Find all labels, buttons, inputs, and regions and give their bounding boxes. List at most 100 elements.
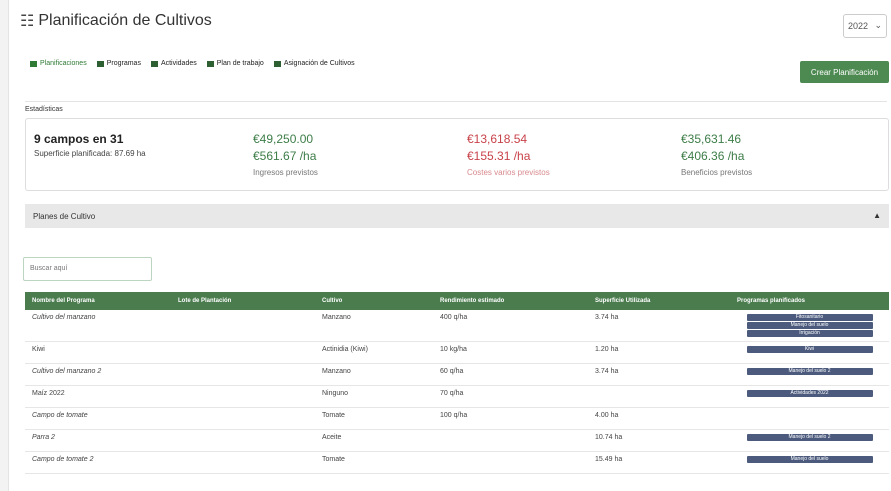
table-header-row: Nombre del Programa Lote de Plantación C… (25, 292, 889, 310)
profit-label: Beneficios previstos (681, 168, 753, 177)
cell-rend: 400 q/ha (433, 310, 588, 342)
tab-programas[interactable]: Programas (96, 60, 141, 67)
chevron-up-icon[interactable]: ▲ (873, 211, 881, 220)
cell-programs: Actividades 2022 (730, 385, 889, 408)
cell-cultivo: Aceite (315, 429, 433, 452)
cell-sup: 4.00 ha (588, 407, 730, 430)
table-row[interactable]: Cultivo del manzano 2 Manzano 60 q/ha 3.74 … (25, 363, 889, 386)
program-badge[interactable]: Irrigación (746, 330, 873, 337)
col-header[interactable]: Cultivo (315, 292, 433, 310)
cell-name: Cultivo del manzano 2 (25, 363, 171, 386)
page-title: Planificación de Cultivos (38, 12, 212, 29)
col-header[interactable]: Nombre del Programa (25, 292, 171, 310)
costs-per-ha: €155.31 /ha (467, 149, 531, 163)
program-badges: Fitosanitario Manejo del suelo Irrigación (737, 314, 882, 337)
income-total: €49,250.00 (253, 132, 314, 146)
program-badge[interactable]: Kiwi (746, 346, 873, 353)
col-header[interactable]: Rendimiento estimado (433, 292, 588, 310)
grid-icon (30, 60, 37, 67)
stats-profit: €35,631.46 €406.36 /ha Beneficios previs… (681, 131, 752, 177)
program-badge[interactable]: Manejo del suelo (746, 322, 873, 329)
program-badge[interactable]: Manejo del suelo (746, 456, 873, 463)
table-row[interactable]: Parra 2 Aceite 10.74 ha Manejo del suelo 2 (25, 429, 889, 452)
grid-icon (96, 60, 104, 67)
stats-costs: €13,618.54 €155.31 /ha Costes varios pre… (467, 131, 550, 177)
cell-lote (171, 363, 315, 386)
cell-programs: Kiwi (730, 341, 889, 364)
table-row[interactable]: Campo de tomate Tomate 100 q/ha 4.00 ha (25, 407, 889, 430)
cell-cultivo: Manzano (315, 363, 433, 386)
tab-actividades[interactable]: Actividades (150, 60, 197, 67)
cell-name: Kiwi (25, 341, 171, 364)
plans-title: Planes de Cultivo (33, 211, 96, 221)
cell-cultivo: Actinidia (Kiwi) (315, 341, 433, 364)
cell-sup: 3.74 ha (588, 310, 730, 342)
program-badges: Manejo del suelo 2 (737, 368, 882, 375)
cell-sup: 1.20 ha (588, 341, 730, 364)
tab-plan-trabajo[interactable]: Plan de trabajo (206, 60, 264, 67)
grid-icon (273, 60, 281, 67)
tab-bar: Planificaciones Programas Actividades Pl… (30, 60, 355, 67)
cell-cultivo: Tomate (315, 451, 433, 474)
plans-section-header[interactable]: Planes de Cultivo ▲ (25, 204, 889, 228)
cell-programs: Manejo del suelo 2 (730, 363, 889, 386)
cell-rend (433, 451, 588, 474)
table-row[interactable]: Kiwi Actinidia (Kiwi) 10 kg/ha 1.20 ha Kiwi (25, 341, 889, 364)
program-badge[interactable]: Manejo del suelo 2 (746, 434, 873, 441)
cell-sup: 15.49 ha (588, 451, 730, 474)
program-badge[interactable]: Actividades 2022 (746, 390, 873, 397)
cell-lote (171, 429, 315, 452)
cell-lote (171, 385, 315, 408)
profit-total: €35,631.46 (681, 132, 742, 146)
cell-name: Campo de tomate (25, 407, 171, 430)
cell-programs: Manejo del suelo 2 (730, 429, 889, 452)
cell-sup: 3.74 ha (588, 363, 730, 386)
fields-count: 9 campos en 31 (34, 132, 124, 146)
cell-name: Campo de tomate 2 (25, 451, 171, 474)
cell-cultivo: Manzano (315, 310, 433, 342)
income-label: Ingresos previstos (253, 168, 318, 177)
cell-lote (171, 451, 315, 474)
year-select[interactable]: 2022 ⌄ (843, 14, 887, 38)
plans-table: Nombre del Programa Lote de Plantación C… (25, 292, 889, 474)
cell-name: Parra 2 (25, 429, 171, 452)
search-input[interactable]: Buscar aquí (23, 257, 152, 281)
tab-planificaciones[interactable]: Planificaciones (30, 60, 87, 67)
profit-per-ha: €406.36 /ha (681, 149, 745, 163)
cell-programs (730, 407, 889, 430)
divider (25, 101, 887, 102)
cell-programs: Manejo del suelo (730, 451, 889, 474)
stats-income: €49,250.00 €561.67 /ha Ingresos previsto… (253, 131, 318, 177)
income-per-ha: €561.67 /ha (253, 149, 317, 163)
cell-rend: 60 q/ha (433, 363, 588, 386)
program-badge[interactable]: Fitosanitario (746, 314, 873, 321)
page-header: ☷ Planificación de Cultivos (20, 11, 212, 31)
table-row[interactable]: Cultivo del manzano Manzano 400 q/ha 3.74 h… (25, 310, 889, 342)
cell-lote (171, 341, 315, 364)
stats-fields: 9 campos en 31 Superficie planificada: 8… (34, 131, 146, 158)
program-badges: Actividades 2022 (737, 390, 882, 397)
list-icon: ☷ (20, 13, 35, 30)
table-row[interactable]: Campo de tomate 2 Tomate 15.49 ha Manejo de… (25, 451, 889, 474)
costs-total: €13,618.54 (467, 132, 528, 146)
program-badge[interactable]: Manejo del suelo 2 (746, 368, 873, 375)
tab-asignacion[interactable]: Asignación de Cultivos (273, 60, 355, 67)
cell-sup (588, 385, 730, 408)
program-badges: Manejo del suelo 2 (737, 434, 882, 441)
cell-cultivo: Ninguno (315, 385, 433, 408)
cell-rend (433, 429, 588, 452)
cell-name: Maíz 2022 (25, 385, 171, 408)
cell-programs: Fitosanitario Manejo del suelo Irrigación (730, 310, 889, 342)
cell-rend: 70 q/ha (433, 385, 588, 408)
col-header[interactable]: Programas planificados (730, 292, 889, 310)
col-header[interactable]: Superficie Utilizada (588, 292, 730, 310)
stats-label: Estadísticas (25, 106, 63, 113)
cell-sup: 10.74 ha (588, 429, 730, 452)
table-row[interactable]: Maíz 2022 Ninguno 70 q/ha Actividades 2022 (25, 385, 889, 408)
create-plan-button[interactable]: Crear Planificación (800, 61, 889, 83)
chevron-down-icon: ⌄ (874, 20, 882, 30)
costs-label: Costes varios previstos (467, 168, 550, 177)
cell-cultivo: Tomate (315, 407, 433, 430)
cell-rend: 10 kg/ha (433, 341, 588, 364)
col-header[interactable]: Lote de Plantación (171, 292, 315, 310)
